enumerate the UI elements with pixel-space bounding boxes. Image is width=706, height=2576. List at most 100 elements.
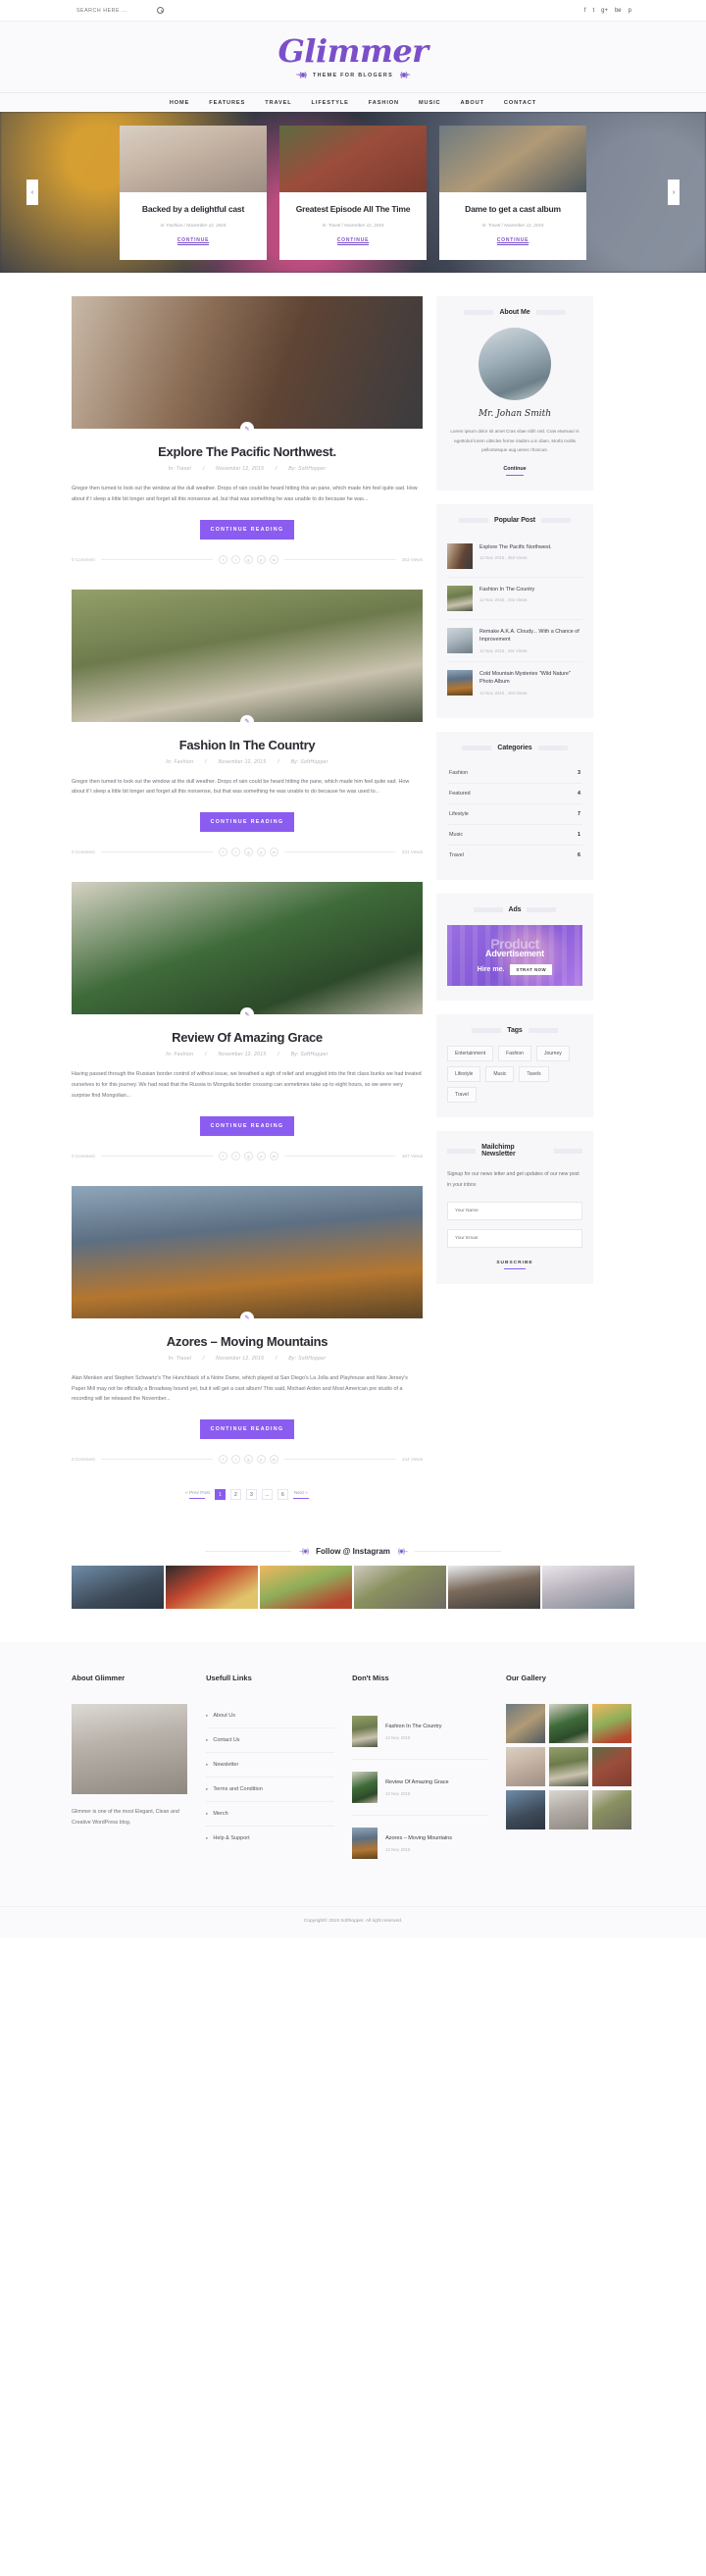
search-input[interactable] [76, 7, 135, 14]
facebook-icon[interactable]: f [584, 8, 586, 14]
share-twitter-icon[interactable]: t [230, 554, 240, 564]
category-row[interactable]: Travel 6 [447, 846, 582, 865]
instagram-photo[interactable] [448, 1566, 540, 1610]
share-twitter-icon[interactable]: t [230, 848, 240, 857]
gallery-photo[interactable] [506, 1747, 546, 1787]
continue-reading-button[interactable]: CONTINUE READING [200, 812, 294, 833]
post-featured-image[interactable]: ✎ [72, 1185, 423, 1325]
google-plus-icon[interactable]: g+ [601, 8, 608, 14]
pin-icon[interactable]: ✎ [240, 1007, 254, 1022]
post-featured-image[interactable]: ✎ [72, 882, 423, 1022]
nav-item-about[interactable]: ABOUT [461, 100, 484, 106]
post-category[interactable]: In: Travel [169, 1356, 191, 1362]
instagram-photo[interactable] [542, 1566, 634, 1610]
share-google-icon[interactable]: g [243, 848, 253, 857]
nav-item-home[interactable]: HOME [170, 100, 189, 106]
popular-post-item[interactable]: Cold Mountain Mysteries "Wild Nature" Ph… [447, 662, 582, 703]
newsletter-name-input[interactable] [447, 1202, 582, 1221]
nav-item-music[interactable]: MUSIC [419, 100, 441, 106]
tag-item[interactable]: Lifestyle [447, 1066, 481, 1083]
gallery-photo[interactable] [549, 1704, 589, 1744]
footer-link-terms[interactable]: ▸ Terms and Condition [206, 1777, 335, 1803]
post-author[interactable]: By: SoftHopper [291, 1052, 328, 1057]
tag-item[interactable]: Fashion [498, 1046, 531, 1062]
pin-icon[interactable]: ✎ [240, 1311, 254, 1325]
continue-reading-button[interactable]: CONTINUE READING [200, 519, 294, 540]
slide-card[interactable]: Dame to get a cast album In: Travel / No… [439, 125, 586, 260]
footer-link-merch[interactable]: ▸ Merch [206, 1802, 335, 1828]
popular-post-item[interactable]: Fashion In The Country 12 Nov, 2015 , 23… [447, 578, 582, 621]
twitter-icon[interactable]: t [592, 8, 594, 14]
category-row[interactable]: Fashion 3 [447, 763, 582, 785]
pagination-next[interactable]: Next » [292, 1491, 309, 1499]
gallery-photo[interactable] [592, 1747, 632, 1787]
gallery-photo[interactable] [592, 1704, 632, 1744]
behance-icon[interactable]: be [615, 8, 622, 14]
share-pinterest-icon[interactable]: p [256, 1455, 266, 1465]
dontmiss-item[interactable]: Azores – Moving Mountains 12 Nov, 2015 [352, 1816, 488, 1871]
footer-link-about-us[interactable]: ▸ About Us [206, 1704, 335, 1729]
category-row[interactable]: Music 1 [447, 825, 582, 847]
pagination-page-2[interactable]: 2 [229, 1489, 241, 1501]
tag-item[interactable]: Entertainment [447, 1046, 494, 1062]
share-twitter-icon[interactable]: t [230, 1455, 240, 1465]
nav-item-travel[interactable]: TRAVEL [265, 100, 291, 106]
post-author[interactable]: By: SoftHopper [288, 466, 326, 472]
share-facebook-icon[interactable]: f [218, 1151, 227, 1160]
post-category[interactable]: In: Fashion [166, 1052, 193, 1057]
tag-item[interactable]: Music [485, 1066, 515, 1083]
tag-item[interactable]: Tavels [519, 1066, 549, 1083]
footer-link-newsletter[interactable]: ▸ Newsletter [206, 1753, 335, 1778]
about-continue-link[interactable]: Continue [447, 466, 582, 472]
site-logo[interactable]: Glimmer [277, 35, 429, 67]
share-pinterest-icon[interactable]: p [256, 848, 266, 857]
share-google-icon[interactable]: g [243, 1151, 253, 1160]
ad-start-now-button[interactable]: STRAT NOW [510, 963, 553, 975]
popular-post-item[interactable]: Explore The Pacific Northwest. 12 Nov, 2… [447, 536, 582, 579]
slide-continue-link[interactable]: CONTINUE [336, 237, 370, 245]
share-pinterest-icon[interactable]: p [256, 554, 266, 564]
nav-item-lifestyle[interactable]: LIFESTYLE [312, 100, 349, 106]
slide-card[interactable]: Backed by a delightful cast In: Fashion … [120, 125, 267, 260]
pin-icon[interactable]: ✎ [240, 422, 254, 436]
gallery-photo[interactable] [549, 1790, 589, 1830]
post-title[interactable]: Azores – Moving Mountains [72, 1334, 423, 1349]
category-row[interactable]: Lifestyle 7 [447, 804, 582, 826]
post-category[interactable]: In: Travel [169, 466, 191, 472]
post-title[interactable]: Fashion In The Country [72, 738, 423, 752]
post-title[interactable]: Review Of Amazing Grace [72, 1030, 423, 1045]
continue-reading-button[interactable]: CONTINUE READING [200, 1419, 294, 1440]
category-row[interactable]: Featured 4 [447, 784, 582, 805]
share-google-icon[interactable]: g [243, 1455, 253, 1465]
ad-banner[interactable]: Product Advertisement Hire me. STRAT NOW [447, 925, 582, 987]
share-pinterest-icon[interactable]: p [256, 1151, 266, 1160]
post-title[interactable]: Explore The Pacific Northwest. [72, 444, 423, 459]
share-linkedin-icon[interactable]: in [269, 848, 278, 857]
tag-item[interactable]: Journey [535, 1046, 570, 1062]
footer-link-help[interactable]: ▸ Help & Support [206, 1827, 334, 1850]
instagram-photo[interactable] [354, 1566, 446, 1610]
dontmiss-item[interactable]: Review Of Amazing Grace 12 Nov, 2015 [352, 1760, 489, 1817]
search-icon[interactable] [157, 7, 164, 14]
nav-item-contact[interactable]: CONTACT [504, 100, 536, 106]
dontmiss-item[interactable]: Fashion In The Country 12 Nov, 2015 [352, 1704, 489, 1761]
share-linkedin-icon[interactable]: in [269, 1151, 278, 1160]
post-author[interactable]: By: SoftHopper [288, 1356, 326, 1362]
instagram-photo[interactable] [260, 1566, 352, 1610]
post-author[interactable]: By: SoftHopper [291, 759, 328, 765]
post-featured-image[interactable]: ✎ [72, 589, 423, 729]
instagram-photo[interactable] [166, 1566, 258, 1610]
gallery-photo[interactable] [549, 1747, 589, 1787]
share-linkedin-icon[interactable]: in [269, 1455, 278, 1465]
footer-link-contact-us[interactable]: ▸ Contact Us [206, 1728, 335, 1754]
pagination-page-6[interactable]: 6 [277, 1489, 288, 1501]
pin-icon[interactable]: ✎ [240, 714, 254, 729]
nav-item-fashion[interactable]: FASHION [369, 100, 399, 106]
post-featured-image[interactable]: ✎ [72, 296, 423, 436]
slide-continue-link[interactable]: CONTINUE [176, 237, 210, 245]
share-twitter-icon[interactable]: t [230, 1151, 240, 1160]
pagination-prev[interactable]: « Prev Post [185, 1491, 210, 1499]
slide-continue-link[interactable]: CONTINUE [496, 237, 530, 245]
share-facebook-icon[interactable]: f [218, 554, 227, 564]
tag-item[interactable]: Travel [447, 1087, 477, 1104]
